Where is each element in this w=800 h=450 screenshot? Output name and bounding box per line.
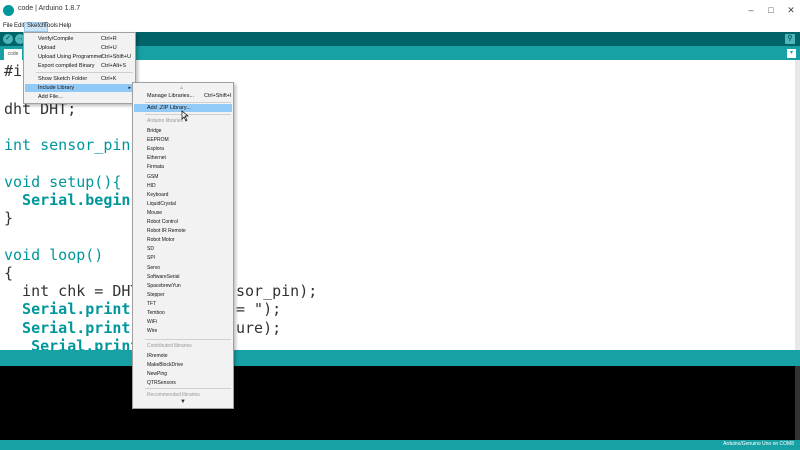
library-item[interactable]: WiFi [147,319,157,325]
library-item[interactable]: SpacebrewYun [147,283,181,289]
code-line: void setup(){ [4,173,122,191]
board-status: Arduino/Genuino Uno on COM8 [723,441,794,447]
library-item[interactable]: Temboo [147,310,165,316]
arduino-libraries-header: Arduino libraries [147,118,184,124]
contributed-libraries-header: Contributed libraries [147,343,192,349]
tab-menu-arrow-icon[interactable]: ▾ [787,49,796,58]
console-scrollbar[interactable] [795,366,800,440]
library-item[interactable]: IRremote [147,353,168,359]
code-line-tail: sor_pin); [236,282,318,300]
library-item[interactable]: QTRSensors [147,380,176,386]
library-item[interactable]: Ethernet [147,155,166,161]
menu-help[interactable]: Help [57,23,73,29]
menu-item-verify-compile[interactable]: Verify/Compile Ctrl+R [25,35,134,43]
menu-item-export-binary[interactable]: Export compiled Binary Ctrl+Alt+S [25,62,134,70]
library-item[interactable]: Bridge [147,128,161,134]
code-line-tail: ure); [236,319,282,337]
library-item[interactable]: SoftwareSerial [147,274,180,280]
library-item[interactable]: LiquidCrystal [147,201,176,207]
code-line: Serial.begin(9 [4,191,149,209]
menu-separator [145,388,231,389]
scroll-down-icon[interactable]: ▼ [180,399,186,405]
library-item[interactable]: TFT [147,301,156,307]
code-line-tail: = "); [236,300,282,318]
library-item[interactable]: Wire [147,328,157,334]
close-button[interactable]: ✕ [784,4,798,16]
code-line: int sensor_pin = [4,136,149,154]
library-item[interactable]: Robot Motor [147,237,175,243]
library-item[interactable]: Mouse [147,210,162,216]
code-line: { [4,264,14,282]
library-item[interactable]: SD [147,246,154,252]
library-item[interactable]: EEPROM [147,137,169,143]
menu-separator [145,339,231,340]
library-item[interactable]: Stepper [147,292,165,298]
minimize-button[interactable]: – [744,4,758,16]
output-console [0,366,800,440]
editor-scrollbar[interactable] [795,60,800,350]
library-item[interactable]: Servo [147,265,160,271]
code-line: Serial.print(D [4,319,149,337]
tab-code[interactable]: code [4,49,22,60]
title-bar: code | Arduino 1.8.7 – □ ✕ [0,0,800,23]
menu-item-upload[interactable]: Upload Ctrl+U [25,44,134,52]
sketch-menu: Verify/Compile Ctrl+R Upload Ctrl+U Upload… [23,32,136,104]
menu-item-upload-programmer[interactable]: Upload Using Programmer Ctrl+Shift+U [25,53,134,61]
include-library-submenu: ▵ Manage Libraries... Ctrl+Shift+I Add .Z… [132,82,234,409]
submenu-arrow-icon: ▸ [128,85,131,91]
library-item[interactable]: Firmata [147,164,164,170]
code-line: void loop() [4,246,104,264]
library-item[interactable]: SPI [147,255,155,261]
menu-item-show-sketch-folder[interactable]: Show Sketch Folder Ctrl+K [25,75,134,83]
code-line: Serial.printl [4,337,149,350]
menu-item-add-file[interactable]: Add File... [25,93,134,101]
menu-item-include-library[interactable]: Include Library ▸ [25,84,134,92]
magnifier-icon[interactable]: ⚲ [785,34,795,44]
code-line: Serial.print(" [4,300,149,318]
menu-separator [145,102,231,103]
maximize-button[interactable]: □ [764,4,778,16]
library-item[interactable]: GSM [147,174,158,180]
menu-separator [36,72,133,73]
menu-bar: File Edit Sketch Tools Help [0,22,800,32]
window-title: code | Arduino 1.8.7 [18,5,81,12]
message-bar [0,350,800,366]
code-line: } [4,209,14,227]
library-item[interactable]: Robot IR Remote [147,228,186,234]
library-item[interactable]: Robot Control [147,219,178,225]
status-bar: Arduino/Genuino Uno on COM8 [0,440,800,450]
arduino-logo-icon [3,5,14,16]
scroll-up-icon[interactable]: ▵ [180,84,183,91]
check-icon[interactable]: ✓ [3,34,13,44]
menu-item-manage-libraries[interactable]: Manage Libraries... Ctrl+Shift+I [134,92,232,100]
code-line: int chk = DHT [4,282,140,300]
library-item[interactable]: NewPing [147,371,167,377]
library-item[interactable]: MakeBlockDrive [147,362,183,368]
cursor-icon [181,110,189,122]
recommended-libraries-header: Recommended libraries [147,392,200,398]
library-item[interactable]: Keyboard [147,192,168,198]
library-item[interactable]: HID [147,183,156,189]
library-item[interactable]: Esplora [147,146,164,152]
